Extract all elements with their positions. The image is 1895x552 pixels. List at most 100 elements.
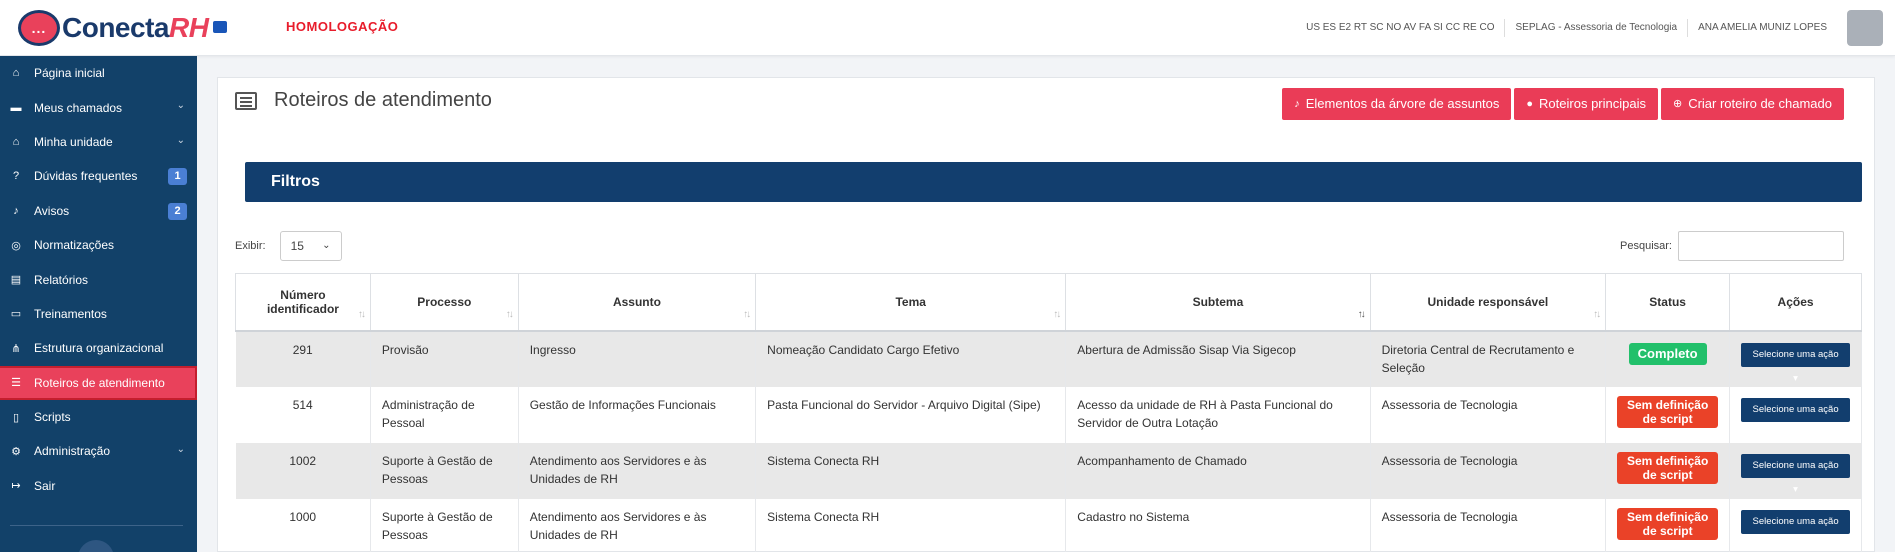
- button-label: Roteiros principais: [1539, 96, 1646, 111]
- cell-actions: Selecione uma ação ▾: [1729, 330, 1862, 387]
- action-dropdown-button[interactable]: Selecione uma ação ▾: [1741, 342, 1850, 384]
- sidebar-item-faq[interactable]: ? Dúvidas frequentes 1: [0, 159, 197, 193]
- sidebar-item-label: Dúvidas frequentes: [34, 169, 138, 184]
- sidebar-item-home[interactable]: ⌂ Página inicial: [0, 56, 197, 90]
- cell-subject: Atendimento aos Servidores e às Unidades…: [518, 442, 757, 499]
- main-scripts-button[interactable]: ● Roteiros principais: [1514, 88, 1658, 120]
- cell-subtheme: Cadastro no Sistema: [1065, 498, 1371, 552]
- cell-process: Suporte à Gestão de Pessoas: [370, 498, 519, 552]
- organization-label[interactable]: SEPLAG - Assessoria de Tecnologia: [1505, 19, 1689, 37]
- sidebar-item-my-unit[interactable]: ⌂ Minha unidade ⌄: [0, 125, 197, 159]
- sidebar-item-label: Relatórios: [34, 272, 89, 287]
- status-badge: Completo: [1628, 342, 1707, 365]
- sidebar-item-my-tickets[interactable]: ▬ Meus chamados ⌄: [0, 90, 197, 124]
- scripts-table: Número identificador ↑↓ Processo ↑↓ Assunt…: [235, 273, 1862, 552]
- sidebar-item-administration[interactable]: ⚙ Administração ⌄: [0, 434, 197, 468]
- pin-icon: ●: [1526, 98, 1534, 110]
- cell-id: 1002: [235, 442, 371, 499]
- cell-subtheme: Acompanhamento de Chamado: [1065, 442, 1371, 499]
- sidebar-item-label: Roteiros de atendimento: [34, 375, 165, 390]
- home-icon: ⌂: [12, 67, 20, 80]
- table-row: 514 Administração de Pessoal Gestão de I…: [235, 386, 1862, 443]
- cogs-icon: ⚙: [11, 445, 21, 458]
- sidebar-item-logout[interactable]: ↦ Sair: [0, 469, 197, 503]
- chart-icon: ▤: [10, 274, 22, 287]
- signout-icon: ↦: [11, 480, 21, 493]
- cell-process: Provisão: [370, 330, 519, 387]
- table-header-row: Número identificador ↑↓ Processo ↑↓ Assunt…: [235, 273, 1862, 332]
- table-row: 1000 Suporte à Gestão de Pessoas Atendim…: [235, 498, 1862, 552]
- button-label: Elementos da árvore de assuntos: [1305, 96, 1500, 111]
- search-input[interactable]: [1678, 231, 1844, 261]
- cell-id: 514: [235, 386, 371, 443]
- cell-unit: Assessoria de Tecnologia: [1370, 386, 1607, 443]
- cell-unit: Assessoria de Tecnologia: [1370, 498, 1607, 552]
- sidebar-item-regulations[interactable]: ◎ Normatizações: [0, 228, 197, 262]
- cell-theme: Pasta Funcional do Servidor - Arquivo Di…: [755, 386, 1067, 443]
- unit-codes[interactable]: US ES E2 RT SC NO AV FA SI CC RE CO: [1296, 19, 1506, 37]
- column-header-subject[interactable]: Assunto ↑↓: [517, 273, 757, 332]
- table-row: 291 Provisão Ingresso Nomeação Candidato…: [235, 330, 1862, 387]
- compass-icon: ◎: [11, 239, 21, 252]
- sidebar-item-scripts[interactable]: ▯ Scripts: [0, 400, 197, 434]
- cell-id: 1000: [235, 498, 371, 552]
- question-icon: ?: [12, 170, 20, 183]
- chevron-down-icon: ⌄: [176, 444, 185, 456]
- sidebar-item-label: Normatizações: [34, 238, 115, 253]
- chat-bubble-icon: ...: [18, 10, 60, 46]
- page-size-select[interactable]: 15 ⌄: [279, 231, 342, 261]
- button-label: Criar roteiro de chamado: [1688, 96, 1832, 111]
- action-dropdown-button[interactable]: Selecione uma ação ▾: [1741, 453, 1850, 495]
- avatar[interactable]: [1847, 10, 1883, 46]
- sidebar-item-notices[interactable]: ♪ Avisos 2: [0, 194, 197, 228]
- cell-theme: Sistema Conecta RH: [755, 442, 1067, 499]
- environment-label: HOMOLOGAÇÃO: [286, 19, 399, 34]
- cell-process: Suporte à Gestão de Pessoas: [370, 442, 519, 499]
- cell-id: 291: [235, 330, 371, 387]
- sidebar-item-trainings[interactable]: ▭ Treinamentos: [0, 297, 197, 331]
- sidebar-item-service-scripts[interactable]: ☰ Roteiros de atendimento: [0, 365, 197, 400]
- column-header-status[interactable]: Status: [1605, 273, 1731, 332]
- table-row: 1002 Suporte à Gestão de Pessoas Atendim…: [235, 442, 1862, 499]
- sidebar-collapse-button[interactable]: [78, 540, 114, 552]
- sidebar-item-reports[interactable]: ▤ Relatórios: [0, 262, 197, 296]
- sort-icon: ↑↓: [743, 308, 751, 320]
- bell-icon: ♪: [13, 204, 19, 217]
- list-icon: ☰: [11, 377, 21, 390]
- chalkboard-icon: ▭: [10, 308, 22, 321]
- sort-asc-icon: ↑↓: [1357, 308, 1366, 320]
- sidebar-item-label: Página inicial: [34, 66, 105, 81]
- sitemap-icon: ⋔: [11, 342, 21, 355]
- list-alt-icon: [235, 91, 257, 110]
- cell-status: Sem definição de script: [1605, 386, 1731, 443]
- action-dropdown-button[interactable]: Selecione uma ação ▾: [1741, 509, 1850, 551]
- column-header-process[interactable]: Processo ↑↓: [369, 273, 519, 332]
- create-script-button[interactable]: ⊕ Criar roteiro de chamado: [1660, 88, 1844, 120]
- cell-actions: Selecione uma ação ▾: [1729, 498, 1862, 552]
- menu-toggle-icon[interactable]: [213, 21, 227, 33]
- user-name[interactable]: ANA AMELIA MUNIZ LOPES: [1688, 19, 1837, 37]
- sort-icon: ↑↓: [1593, 308, 1601, 320]
- sort-icon: ↑↓: [357, 308, 366, 320]
- chevron-down-icon: ⌄: [176, 100, 185, 112]
- cell-status: Sem definição de script: [1605, 442, 1731, 499]
- conecta-rh-logo[interactable]: ... ConectaRH: [18, 6, 209, 50]
- sidebar-item-org-structure[interactable]: ⋔ Estrutura organizacional: [0, 331, 197, 365]
- column-header-id[interactable]: Número identificador ↑↓: [235, 273, 371, 332]
- column-header-unit[interactable]: Unidade responsável ↑↓: [1369, 273, 1607, 332]
- status-badge: Sem definição de script: [1617, 451, 1719, 484]
- sidebar-item-label: Treinamentos: [34, 306, 107, 321]
- filters-panel-header[interactable]: Filtros: [245, 162, 1862, 202]
- cell-subtheme: Acesso da unidade de RH à Pasta Funciona…: [1065, 386, 1371, 443]
- cell-unit: Diretoria Central de Recrutamento e Sele…: [1370, 330, 1607, 387]
- column-header-theme[interactable]: Tema ↑↓: [755, 273, 1067, 332]
- column-header-subtheme[interactable]: Subtema ↑↓: [1065, 273, 1371, 332]
- chevron-down-icon: ⌄: [322, 240, 331, 251]
- file-icon: ▯: [12, 411, 20, 424]
- status-badge: Sem definição de script: [1617, 507, 1719, 540]
- action-dropdown-button[interactable]: Selecione uma ação ▾: [1741, 397, 1850, 439]
- subject-tree-button[interactable]: ♪ Elementos da árvore de assuntos: [1282, 88, 1512, 120]
- page-size-value: 15: [290, 239, 304, 253]
- sidebar-item-label: Administração: [34, 444, 111, 459]
- sidebar-item-label: Avisos: [34, 203, 70, 218]
